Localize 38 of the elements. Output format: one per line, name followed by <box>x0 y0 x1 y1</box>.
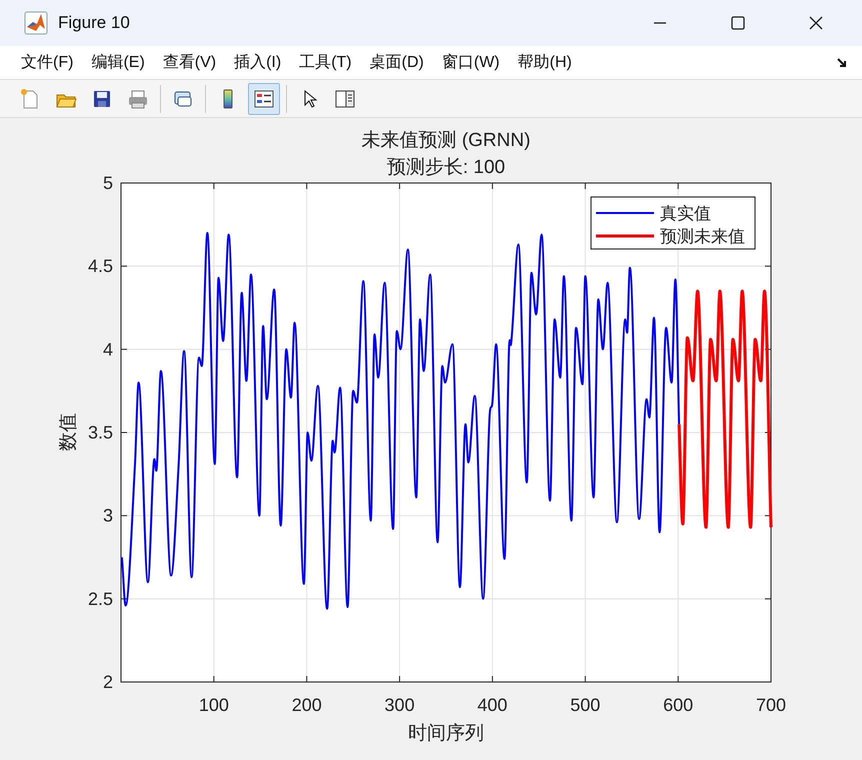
window-title: Figure 10 <box>58 13 130 33</box>
legend-icon <box>253 88 275 110</box>
y-tick-label: 5 <box>102 173 113 193</box>
x-tick-label: 500 <box>570 695 600 715</box>
x-tick-label: 300 <box>384 695 415 715</box>
legend-label: 真实值 <box>660 204 711 223</box>
printer-icon <box>127 88 149 110</box>
legend-label: 预测未来值 <box>660 227 745 246</box>
chart-title: 未来值预测 (GRNN) <box>362 130 530 151</box>
y-tick-label: 2.5 <box>88 588 113 609</box>
y-tick-label: 3.5 <box>88 422 113 442</box>
y-tick-label: 2 <box>102 672 113 692</box>
y-tick-label: 4 <box>102 339 113 360</box>
close-icon[interactable] <box>808 15 824 31</box>
app-logo-icon <box>24 11 48 35</box>
menu-item[interactable]: 工具(T) <box>290 48 361 76</box>
menu-item[interactable]: 编辑(E) <box>82 48 154 76</box>
legend-button[interactable] <box>248 82 280 114</box>
chart-subtitle: 预测步长: 100 <box>386 157 506 178</box>
legend-swatch <box>596 234 654 238</box>
y-tick-label: 3 <box>102 506 113 526</box>
x-tick-label: 200 <box>292 695 322 715</box>
y-axis-label: 数值 <box>58 413 79 451</box>
panel-icon <box>334 88 356 110</box>
menu-item[interactable]: 桌面(D) <box>360 48 433 76</box>
x-tick-label: 700 <box>756 695 786 715</box>
y-tick-label: 4.5 <box>88 256 113 276</box>
menu-item[interactable]: 文件(F) <box>12 48 82 76</box>
x-tick-label: 400 <box>477 695 508 715</box>
menu-item[interactable]: 窗口(W) <box>432 48 509 76</box>
dock-arrow-icon[interactable] <box>836 56 848 68</box>
menu-item[interactable]: 查看(V) <box>154 48 226 76</box>
x-tick-label: 600 <box>663 695 694 715</box>
x-axis-label: 时间序列 <box>408 723 484 744</box>
x-tick-label: 100 <box>198 695 229 715</box>
maximize-icon[interactable] <box>730 15 746 31</box>
menu-item[interactable]: 插入(I) <box>225 48 290 76</box>
menu-item[interactable]: 帮助(H) <box>508 48 581 76</box>
